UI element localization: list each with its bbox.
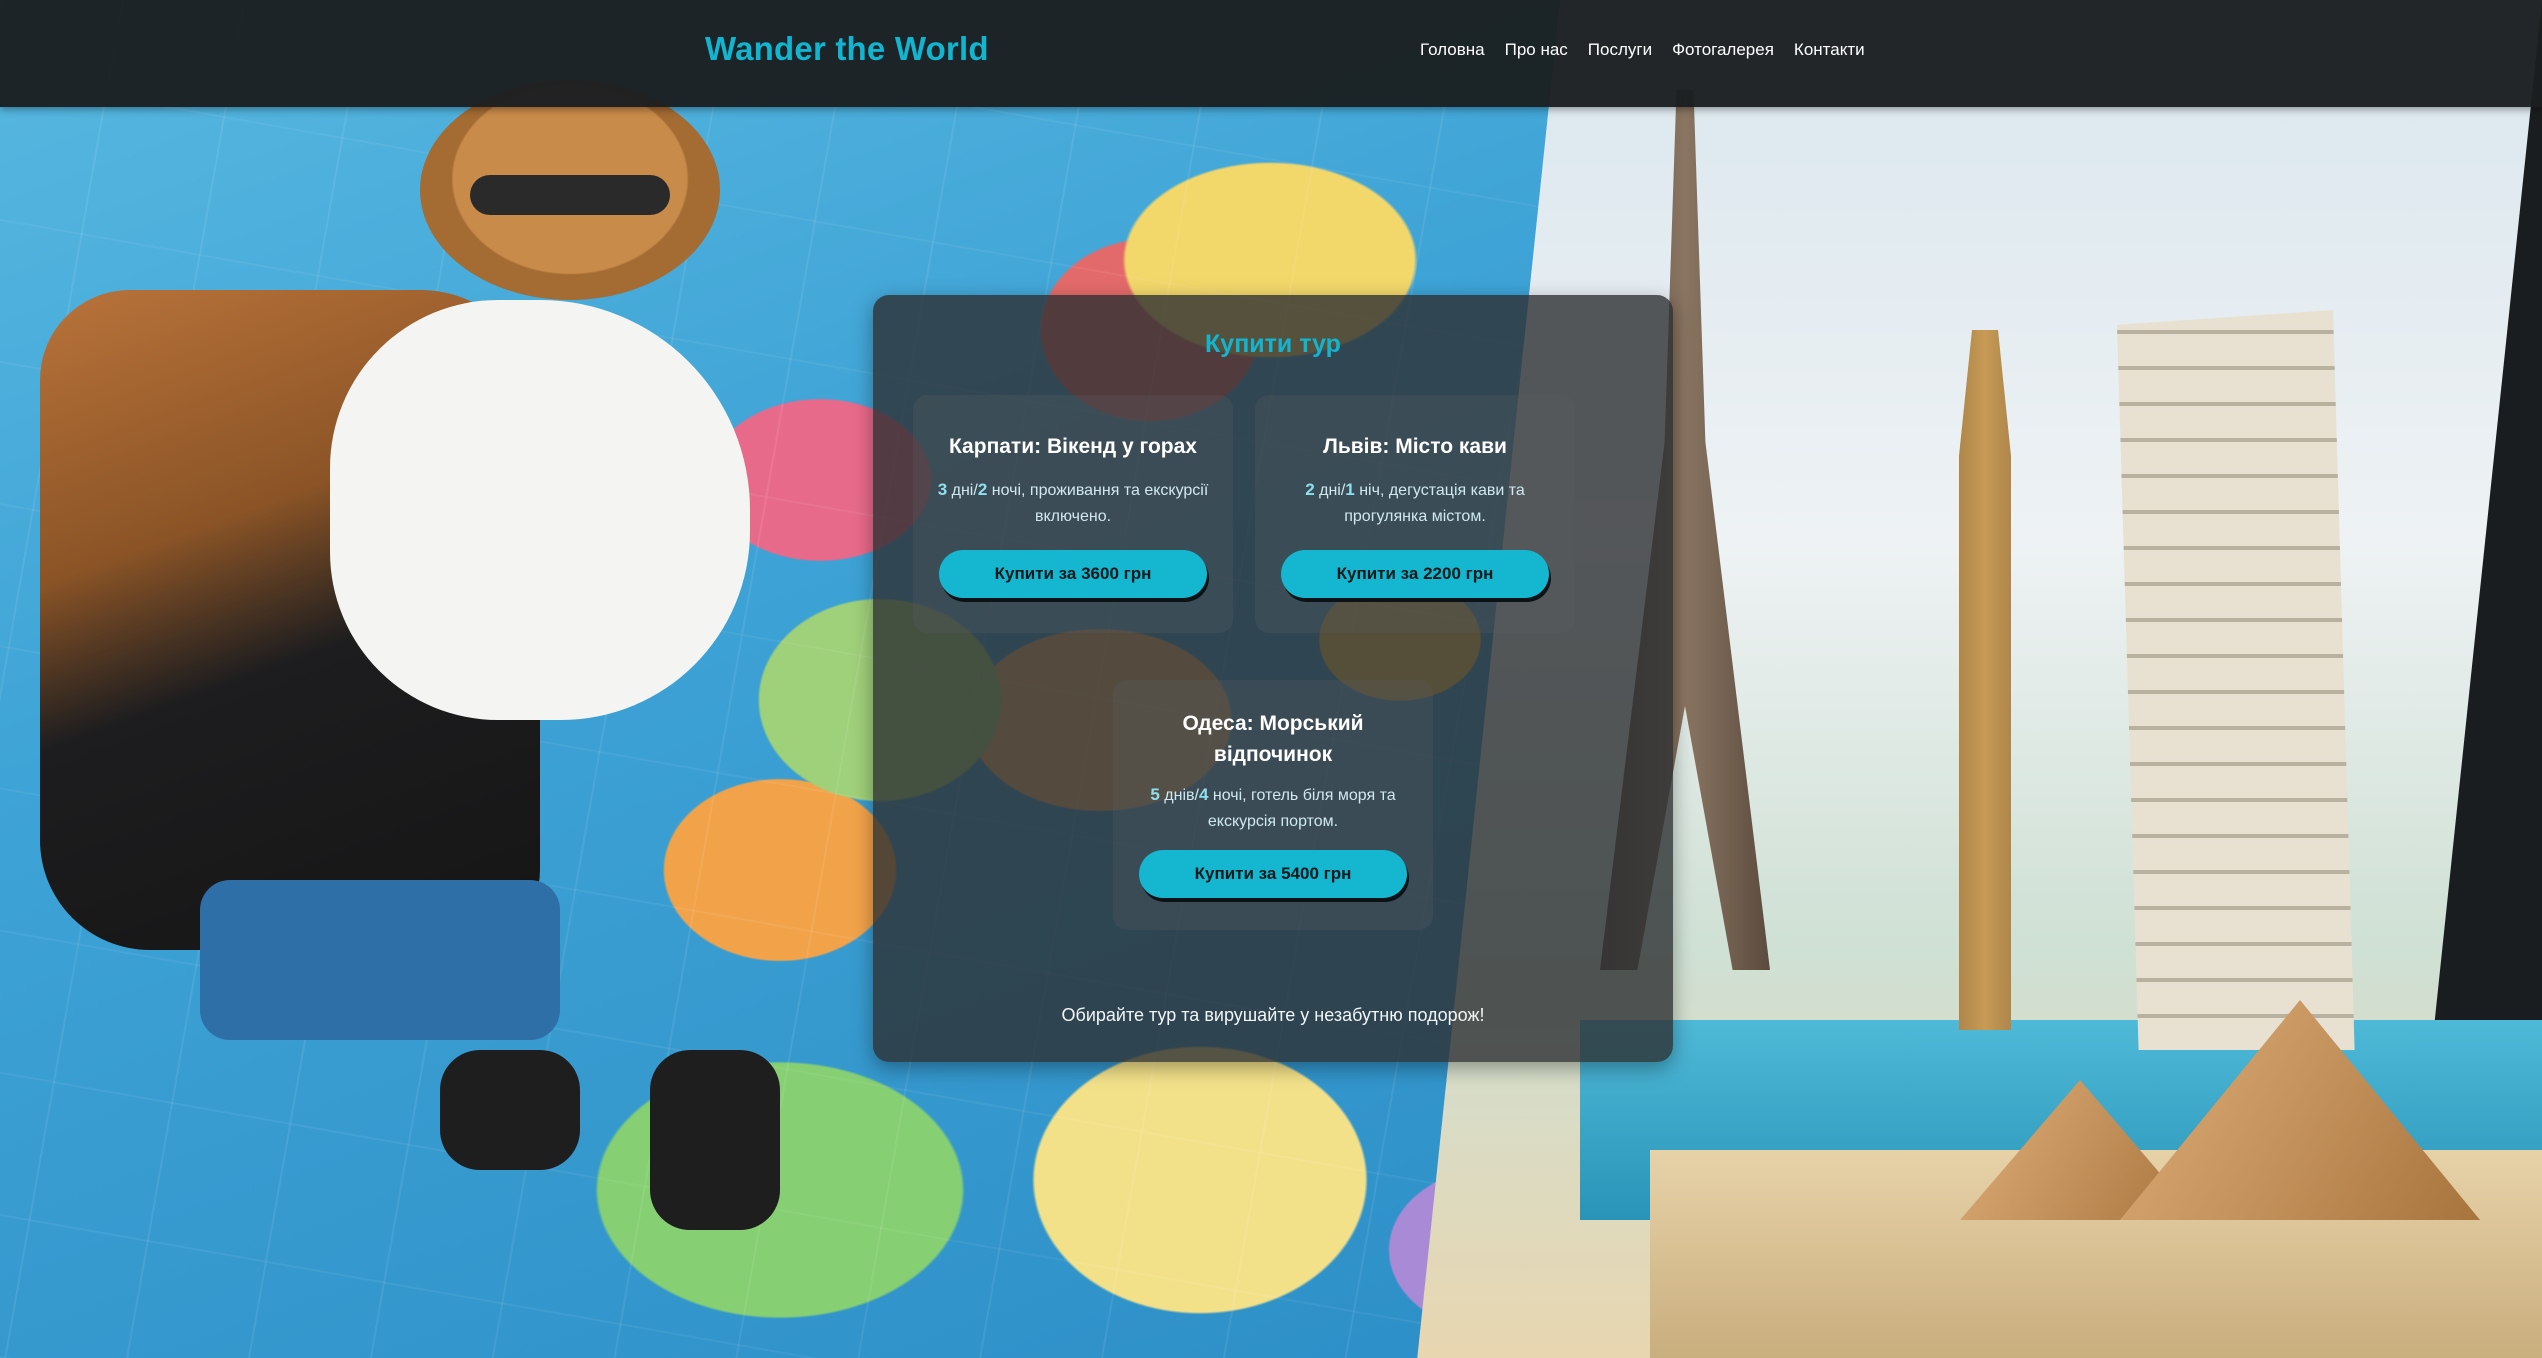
tour-title: Карпати: Вікенд у горах (948, 435, 1197, 458)
tour-description-text: , проживання та екскурсії включено. (1021, 482, 1209, 525)
buy-tour-button-lviv[interactable]: Купити за 2200 грн (1281, 550, 1549, 598)
tour-nights-word: ніч (1359, 482, 1380, 499)
nav-link-about[interactable]: Про нас (1505, 40, 1568, 60)
buy-tour-button-odesa[interactable]: Купити за 5400 грн (1139, 850, 1407, 898)
tour-title: Одеса: Морський відпочинок (1182, 712, 1364, 766)
site-logo[interactable]: Wander the World (705, 30, 989, 68)
tour-days-word: днів (1164, 787, 1195, 804)
tour-description: 2 дні/1 ніч, дегустація кави та прогулян… (1305, 480, 1525, 525)
traveler-shoe-image (650, 1050, 780, 1230)
tour-card-carpathians: Карпати: Вікенд у горах 3 дні/2 ночі, пр… (913, 395, 1233, 633)
traveler-shirt-image (330, 300, 750, 720)
buy-tour-button-carpathians[interactable]: Купити за 3600 грн (939, 550, 1207, 598)
nav-link-services[interactable]: Послуги (1588, 40, 1652, 60)
traveler-shorts-image (200, 880, 560, 1040)
tour-description: 5 днів/4 ночі, готель біля моря та екску… (1150, 785, 1396, 830)
traveler-shoe-image (440, 1050, 580, 1170)
tour-nights: 2 (977, 480, 988, 499)
traveler-hat-band-image (470, 175, 670, 215)
nav-link-gallery[interactable]: Фотогалерея (1672, 40, 1774, 60)
tour-days-word: дні (951, 482, 974, 499)
site-header: Wander the World Головна Про нас Послуги… (0, 0, 2542, 107)
tour-nights: 1 (1345, 480, 1355, 499)
main-nav: Головна Про нас Послуги Фотогалерея Конт… (1420, 40, 1865, 60)
tour-nights-word: ночі (991, 482, 1022, 499)
tour-days: 2 (1305, 480, 1315, 499)
tour-days: 3 (937, 480, 948, 499)
tour-title: Львів: Місто кави (1323, 435, 1507, 458)
tour-nights-word: ночі (1212, 787, 1243, 804)
tour-days-word: дні (1319, 482, 1341, 499)
tour-days: 5 (1150, 785, 1160, 804)
tour-nights: 4 (1198, 785, 1209, 804)
tour-card-odesa: Одеса: Морський відпочинок 5 днів/4 ночі… (1113, 680, 1433, 930)
panel-footer-text: Обирайте тур та вирушайте у незабутню по… (1061, 1005, 1485, 1025)
tour-card-lviv: Львів: Місто кави 2 дні/1 ніч, дегустаці… (1255, 395, 1575, 633)
nav-link-home[interactable]: Головна (1420, 40, 1485, 60)
buy-tour-panel: Купити тур Карпати: Вікенд у горах 3 дні… (873, 295, 1673, 1062)
tour-description: 3 дні/2 ночі, проживання та екскурсії вк… (937, 480, 1209, 525)
nav-link-contacts[interactable]: Контакти (1794, 40, 1865, 60)
panel-title: Купити тур (1205, 330, 1341, 358)
